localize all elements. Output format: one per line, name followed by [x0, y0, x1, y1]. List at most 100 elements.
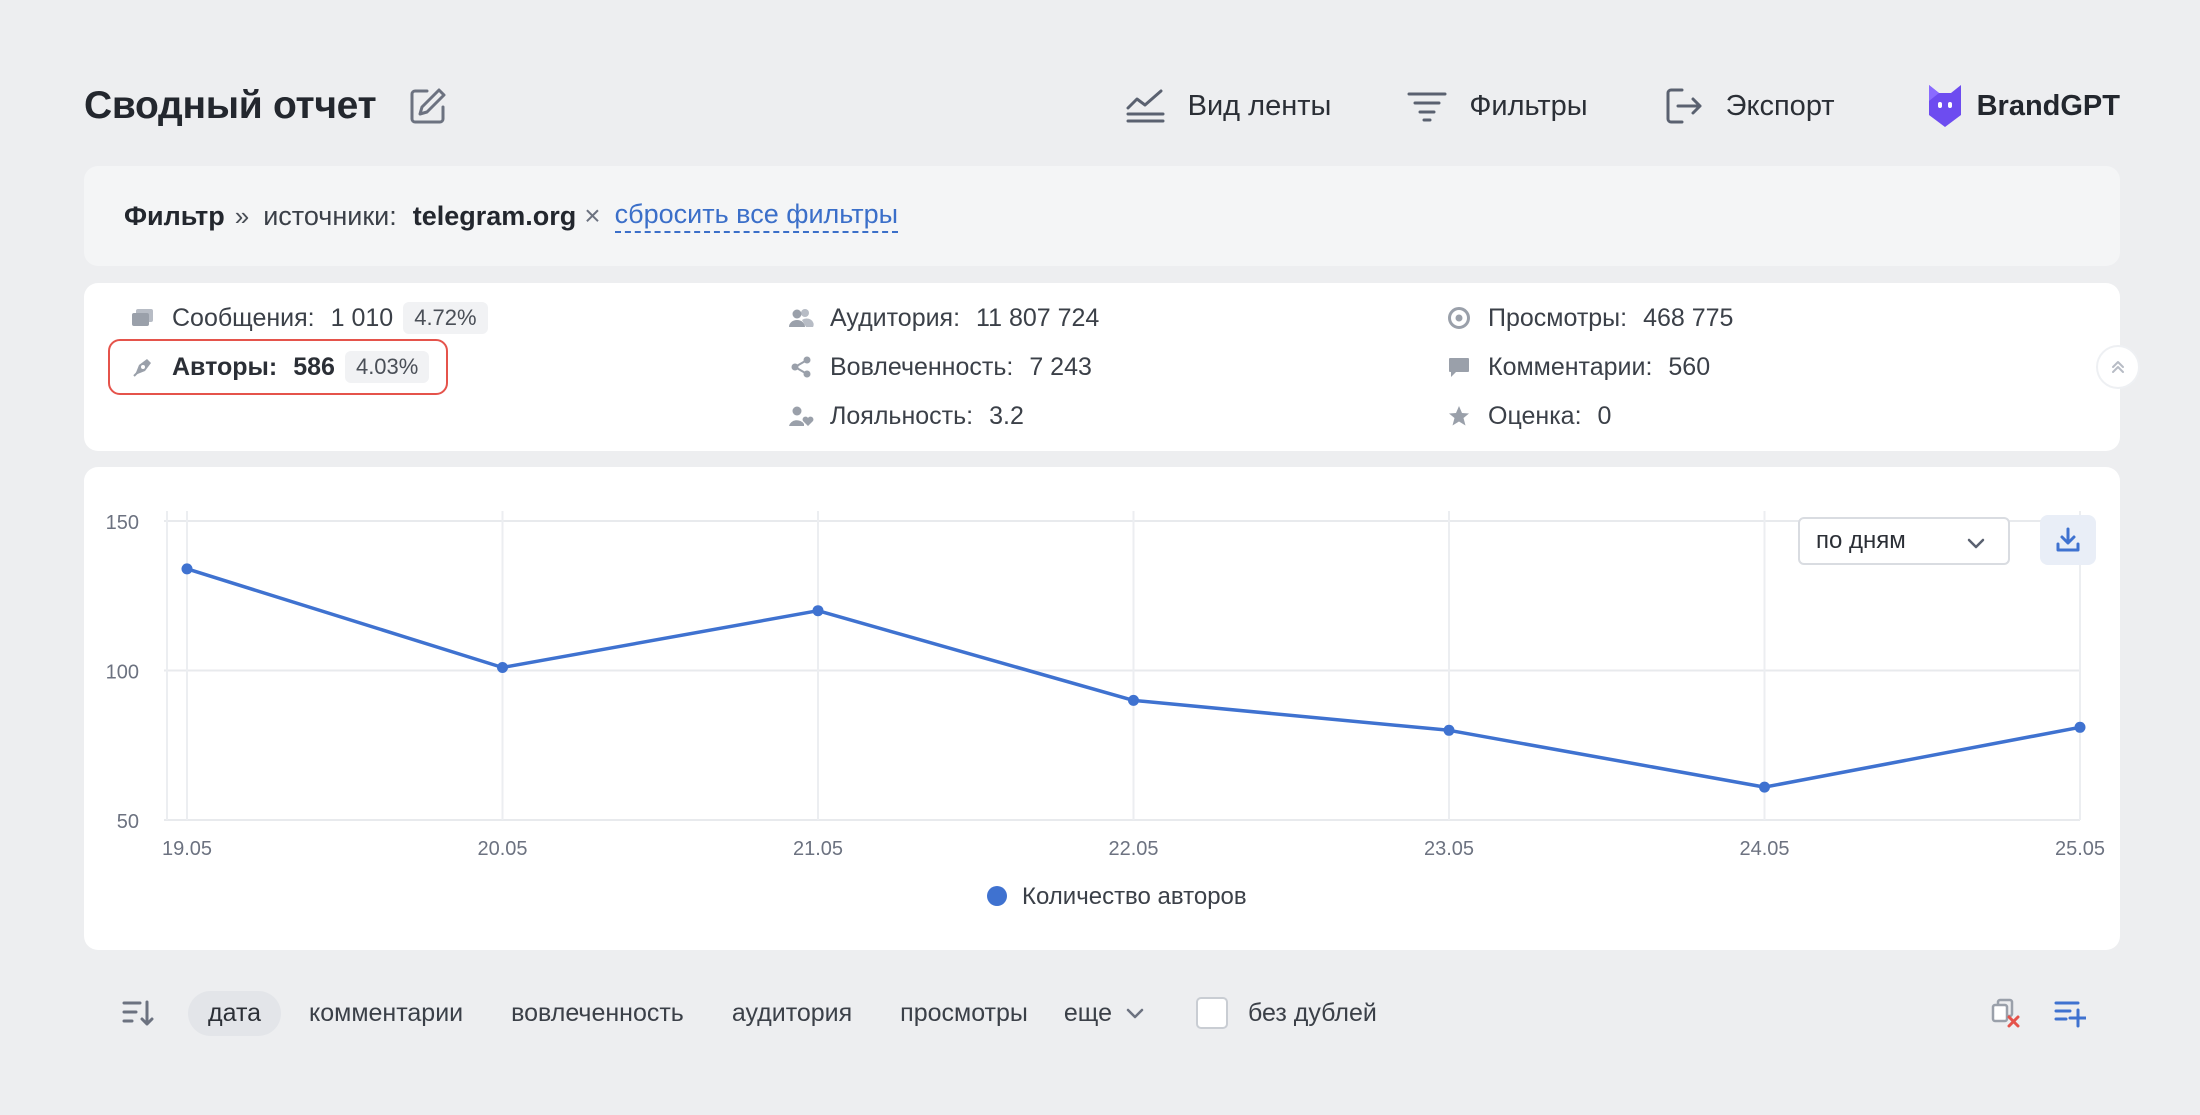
x-tick-label: 19.05 [162, 838, 212, 860]
sort-by-views[interactable]: просмотры [880, 991, 1048, 1036]
messages-icon [130, 305, 156, 331]
loyalty-value: 3.2 [989, 401, 1024, 430]
reset-filters-link[interactable]: сбросить все фильтры [614, 199, 899, 233]
page-header: Сводный отчет Вид ленты Фильтры Экспорт … [84, 74, 2120, 138]
sort-order-button[interactable] [118, 993, 158, 1033]
views-value: 468 775 [1643, 303, 1734, 332]
page-title: Сводный отчет [84, 84, 377, 127]
summary-stats: Сообщения: 1 010 4.72% Авторы: 586 4.03%… [84, 283, 2140, 451]
filters-label: Фильтры [1469, 89, 1588, 122]
sort-by-engagement[interactable]: вовлеченность [491, 991, 704, 1036]
collapse-stats-button[interactable] [2096, 345, 2140, 389]
brandgpt-label: BrandGPT [1976, 89, 2120, 122]
data-point [2074, 721, 2086, 733]
edit-title-button[interactable] [406, 84, 450, 128]
chevrons-up-icon [2112, 361, 2124, 373]
chevron-down-icon [1967, 538, 1985, 549]
download-icon [2056, 527, 2080, 552]
stat-audience: Аудитория: 11 807 724 [788, 298, 1099, 338]
stat-views: Просмотры: 468 775 [1446, 298, 1733, 338]
rating-value: 0 [1597, 401, 1612, 430]
y-tick-label: 50 [117, 811, 139, 833]
brandgpt-button[interactable]: BrandGPT [1925, 81, 2120, 131]
add-to-list-button[interactable] [2050, 993, 2090, 1033]
filter-value: telegram.org [412, 200, 577, 231]
loyalty-label: Лояльность: [830, 401, 974, 430]
y-tick-label: 150 [106, 512, 139, 534]
x-tick-label: 23.05 [1424, 838, 1474, 860]
filter-separator: » [234, 200, 250, 231]
export-label: Экспорт [1725, 89, 1835, 122]
stat-messages: Сообщения: 1 010 4.72% [130, 298, 488, 338]
brandgpt-logo-icon [1925, 81, 1965, 131]
sort-by-audience[interactable]: аудитория [712, 991, 872, 1036]
stat-engagement: Вовлеченность: 7 243 [788, 347, 1092, 387]
messages-value: 1 010 [330, 303, 394, 332]
filters-button[interactable]: Фильтры [1405, 84, 1588, 128]
period-select-value: по дням [1816, 527, 1906, 554]
stat-rating: Оценка: 0 [1446, 396, 1611, 436]
dedupe-label: без дублей [1248, 998, 1377, 1027]
stat-comments: Комментарии: 560 [1446, 347, 1710, 387]
authors-label: Авторы: [172, 352, 278, 381]
data-point [1759, 781, 1770, 793]
legend-label: Количество авторов [1022, 883, 1247, 910]
messages-label: Сообщения: [172, 303, 315, 332]
x-tick-label: 22.05 [1108, 838, 1158, 860]
messages-percent: 4.72% [403, 302, 488, 334]
sort-icon [122, 1000, 154, 1026]
x-tick-label: 25.05 [2055, 838, 2105, 860]
user-heart-icon [788, 403, 814, 429]
filter-icon [1405, 84, 1449, 128]
data-point [812, 605, 824, 617]
engagement-label: Вовлеченность: [830, 352, 1014, 381]
x-tick-label: 24.05 [1739, 838, 1789, 860]
authors-chart-card: 50 100 150 19.05 20.05 21.05 22.05 23.05 24.05 25… [84, 467, 2120, 950]
sort-toolbar: дата комментарии вовлеченность аудитория… [84, 988, 2120, 1038]
comments-label: Комментарии: [1488, 352, 1653, 381]
more-sort-options[interactable]: еще [1064, 999, 1146, 1028]
playlist-add-icon [2054, 1001, 2086, 1028]
comments-value: 560 [1668, 352, 1711, 381]
data-point [1128, 694, 1139, 706]
authors-percent: 4.03% [344, 351, 430, 383]
copy-remove-icon [1991, 998, 2020, 1028]
header-actions: Вид ленты Фильтры Экспорт BrandGPT [1050, 81, 2120, 131]
more-label: еще [1063, 998, 1112, 1027]
engagement-value: 7 243 [1029, 352, 1092, 381]
views-label: Просмотры: [1488, 303, 1628, 332]
data-point [497, 662, 508, 674]
dedupe-checkbox[interactable] [1196, 997, 1228, 1029]
feed-view-label: Вид ленты [1187, 89, 1332, 122]
share-icon [788, 354, 814, 380]
y-tick-label: 100 [106, 662, 139, 684]
list-actions [1962, 993, 2090, 1033]
legend-marker [987, 886, 1007, 906]
clear-selection-button[interactable] [1986, 993, 2026, 1033]
feed-view-button[interactable]: Вид ленты [1124, 84, 1332, 128]
active-filters-bar: Фильтр » источники: telegram.org × сброс… [84, 166, 2120, 266]
users-icon [788, 305, 814, 331]
data-point [1443, 724, 1455, 736]
eye-icon [1446, 305, 1472, 331]
star-icon [1446, 403, 1472, 429]
export-icon [1662, 84, 1706, 128]
comment-icon [1446, 354, 1472, 380]
remove-filter-icon[interactable]: × [584, 200, 600, 232]
authors-value: 586 [293, 352, 335, 381]
download-chart-button[interactable] [2040, 515, 2096, 565]
audience-label: Аудитория: [830, 303, 961, 332]
sort-by-date[interactable]: дата [188, 990, 282, 1036]
sort-by-comments[interactable]: комментарии [289, 991, 483, 1036]
feed-view-icon [1124, 84, 1168, 128]
pen-nib-icon [130, 354, 156, 380]
chevron-down-icon [1126, 1008, 1144, 1019]
filter-key: источники: [263, 200, 397, 231]
export-button[interactable]: Экспорт [1662, 84, 1835, 128]
x-tick-label: 21.05 [793, 838, 843, 860]
x-tick-label: 20.05 [477, 838, 527, 860]
data-point [181, 563, 193, 575]
period-select[interactable]: по дням [1798, 517, 2010, 565]
stat-authors[interactable]: Авторы: 586 4.03% [130, 347, 430, 387]
dedupe-toggle[interactable]: без дублей [1196, 997, 1377, 1029]
